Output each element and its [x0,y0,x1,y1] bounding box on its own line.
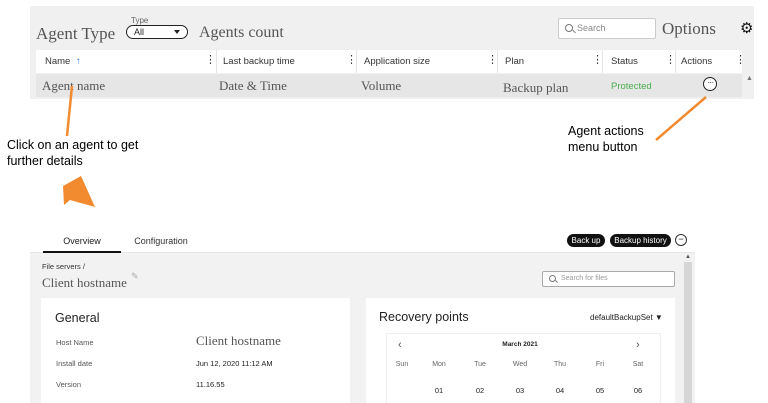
install-date-value: Jun 12, 2020 11:12 AM [196,359,273,368]
weekday-label: Thu [553,361,567,368]
pointer-line-right [655,96,707,141]
host-name-label: Host Name [56,338,94,347]
backup-set-dropdown[interactable]: defaultBackupSet ▼ [590,313,663,322]
host-name-value: Client hostname [196,333,281,348]
weekday-label: Sun [395,361,409,368]
scrollbar[interactable] [684,262,692,403]
page-title: Client hostname [42,275,127,290]
weekday-label: Tue [474,361,486,368]
scroll-up-icon[interactable]: ▲ [685,254,691,260]
install-date-label: Install date [56,359,93,368]
tab-configuration[interactable]: Configuration [128,229,194,253]
chevron-right-icon[interactable]: › [636,339,640,351]
search-files-placeholder: Search for files [561,275,608,282]
calendar-day[interactable]: 05 [585,386,615,395]
version-value: 11.16.55 [196,380,225,389]
tab-overview[interactable]: Overview [43,229,121,253]
pointer-line-left [65,85,74,137]
backup-button[interactable]: Back up [567,234,605,247]
calendar-day[interactable]: 06 [623,386,653,395]
calendar-month: March 2021 [502,341,538,348]
collapse-icon[interactable]: − [675,234,687,246]
calendar-day[interactable]: 01 [424,386,454,395]
calendar-day[interactable]: 04 [545,386,575,395]
calendar-day[interactable]: 03 [505,386,535,395]
weekday-label: Wed [512,361,528,368]
version-label: Version [56,380,82,389]
weekday-label: Sat [632,361,644,368]
search-icon [549,275,556,282]
recovery-points-title: Recovery points [379,310,469,324]
general-title: General [55,311,100,325]
weekday-label: Mon [432,361,446,368]
big-arrow-icon [63,176,95,207]
breadcrumb[interactable]: File servers / [42,262,85,271]
weekday-label: Fri [595,361,605,368]
edit-pencil-icon[interactable]: ✎ [131,271,139,282]
chevron-left-icon[interactable]: ‹ [398,339,402,351]
backup-history-button[interactable]: Backup history [610,234,671,247]
search-files-input[interactable]: Search for files [542,271,675,287]
calendar-day[interactable]: 02 [465,386,495,395]
